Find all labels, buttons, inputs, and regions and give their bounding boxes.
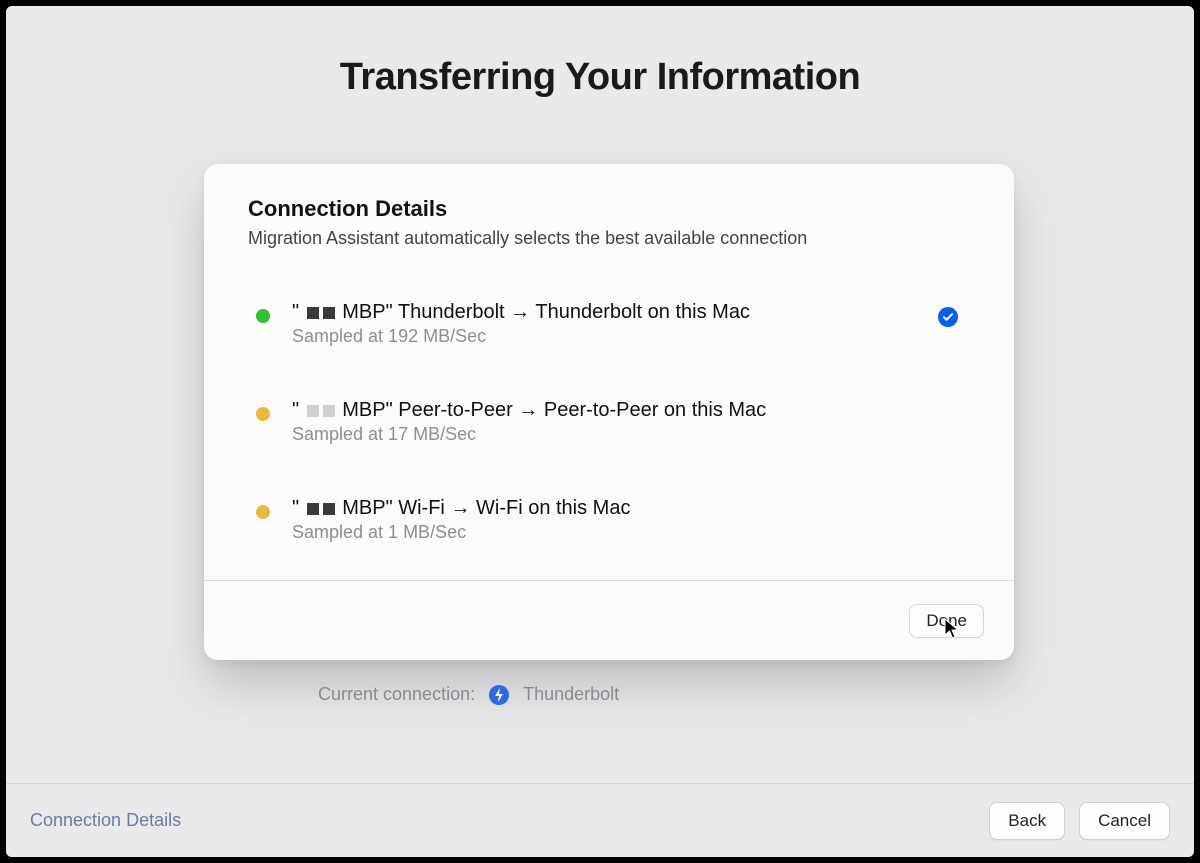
cancel-button[interactable]: Cancel bbox=[1079, 802, 1170, 840]
status-dot-icon bbox=[256, 505, 270, 519]
connection-label: " MBP" Wi-Fi → Wi-Fi on this Mac bbox=[292, 497, 958, 520]
sheet-subtitle: Migration Assistant automatically select… bbox=[248, 228, 970, 249]
current-connection-value: Thunderbolt bbox=[523, 684, 619, 705]
connection-list: " MBP" Thunderbolt → Thunderbolt on this… bbox=[248, 301, 970, 543]
current-connection-label: Current connection: bbox=[318, 684, 475, 705]
connection-sample-rate: Sampled at 192 MB/Sec bbox=[292, 326, 916, 347]
connection-source-prefix: " bbox=[292, 301, 299, 323]
status-dot-icon bbox=[256, 407, 270, 421]
current-connection-status: Current connection: Thunderbolt bbox=[318, 684, 619, 705]
thunderbolt-icon bbox=[489, 685, 509, 705]
connection-sample-rate: Sampled at 17 MB/Sec bbox=[292, 424, 958, 445]
connection-source-name: MBP" Thunderbolt bbox=[342, 301, 504, 323]
page-title: Transferring Your Information bbox=[6, 56, 1194, 99]
done-button[interactable]: Done bbox=[909, 604, 984, 638]
connection-row[interactable]: " MBP" Peer-to-Peer → Peer-to-Peer on th… bbox=[256, 399, 958, 445]
status-dot-icon bbox=[256, 309, 270, 323]
redacted-name-icon bbox=[305, 405, 337, 417]
redacted-name-icon bbox=[305, 307, 337, 319]
arrow-icon: → bbox=[450, 497, 470, 519]
bottom-bar: Connection Details Back Cancel bbox=[6, 783, 1194, 857]
connection-target: Wi-Fi on this Mac bbox=[476, 497, 630, 519]
connection-label: " MBP" Peer-to-Peer → Peer-to-Peer on th… bbox=[292, 399, 958, 422]
connection-source-name: MBP" Peer-to-Peer bbox=[342, 399, 513, 421]
connection-sample-rate: Sampled at 1 MB/Sec bbox=[292, 522, 958, 543]
connection-row[interactable]: " MBP" Thunderbolt → Thunderbolt on this… bbox=[256, 301, 958, 347]
connection-details-sheet: Connection Details Migration Assistant a… bbox=[204, 164, 1014, 660]
back-button[interactable]: Back bbox=[989, 802, 1065, 840]
redacted-name-icon bbox=[305, 503, 337, 515]
arrow-icon: → bbox=[510, 301, 530, 323]
connection-source-name: MBP" Wi-Fi bbox=[342, 497, 445, 519]
connection-row[interactable]: " MBP" Wi-Fi → Wi-Fi on this Mac Sampled… bbox=[256, 497, 958, 543]
connection-source-prefix: " bbox=[292, 399, 299, 421]
connection-label: " MBP" Thunderbolt → Thunderbolt on this… bbox=[292, 301, 916, 324]
connection-source-prefix: " bbox=[292, 497, 299, 519]
connection-target: Peer-to-Peer on this Mac bbox=[544, 399, 766, 421]
sheet-title: Connection Details bbox=[248, 196, 970, 222]
connection-target: Thunderbolt on this Mac bbox=[535, 301, 750, 323]
arrow-icon: → bbox=[518, 399, 538, 421]
migration-assistant-window: Transferring Your Information Connection… bbox=[6, 6, 1194, 857]
selected-check-icon bbox=[938, 307, 958, 327]
connection-details-link[interactable]: Connection Details bbox=[30, 810, 181, 831]
